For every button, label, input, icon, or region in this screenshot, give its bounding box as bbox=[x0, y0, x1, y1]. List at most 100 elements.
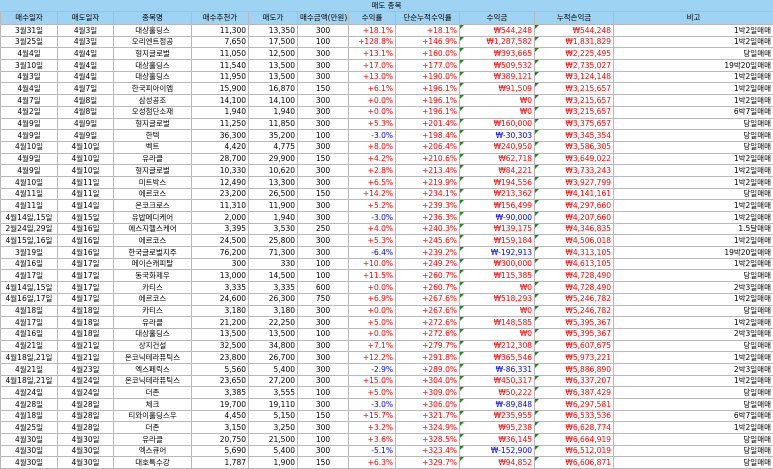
table-cell[interactable]: 4월28일 bbox=[58, 422, 114, 434]
table-cell[interactable]: 300 bbox=[298, 48, 349, 60]
table-cell[interactable]: 10,620 bbox=[249, 165, 298, 177]
table-cell[interactable]: ₩3,345,354 bbox=[535, 130, 614, 142]
table-cell[interactable]: +245.6% bbox=[396, 235, 460, 247]
table-cell[interactable]: 26,300 bbox=[249, 293, 298, 305]
table-cell[interactable]: 4월18일 bbox=[1, 305, 58, 317]
table-cell[interactable]: ₩393,665 bbox=[460, 48, 535, 60]
table-cell[interactable]: 250 bbox=[298, 223, 349, 235]
table-cell[interactable]: 형지글로벌 bbox=[114, 118, 192, 130]
table-cell[interactable]: +236.3% bbox=[396, 212, 460, 224]
table-cell[interactable]: 14,100 bbox=[192, 95, 249, 107]
table-cell[interactable]: ₩6,664,919 bbox=[535, 434, 614, 446]
table-cell[interactable]: +18.1% bbox=[349, 25, 396, 37]
table-cell[interactable]: 1박2일매매 bbox=[614, 352, 773, 364]
table-cell[interactable]: 3,180 bbox=[249, 305, 298, 317]
table-cell[interactable]: 당일매매 bbox=[614, 387, 773, 399]
table-cell[interactable]: 100 bbox=[298, 258, 349, 270]
table-cell[interactable]: ₩159,184 bbox=[460, 235, 535, 247]
table-cell[interactable]: +13.0% bbox=[349, 71, 396, 83]
table-cell[interactable]: ₩5,886,890 bbox=[535, 363, 614, 375]
table-cell[interactable]: ₩1,287,582 bbox=[460, 36, 535, 48]
table-cell[interactable]: 4월30일 bbox=[1, 445, 58, 457]
table-cell[interactable]: +210.6% bbox=[396, 153, 460, 165]
table-cell[interactable]: ₩91,509 bbox=[460, 83, 535, 95]
table-cell[interactable]: 대상홀딩스 bbox=[114, 328, 192, 340]
table-cell[interactable]: 한국글로벌지주 bbox=[114, 247, 192, 259]
table-cell[interactable]: 4월2일 bbox=[1, 106, 58, 118]
table-cell[interactable]: 4월17일 bbox=[58, 293, 114, 305]
table-cell[interactable]: 1박2일매매 bbox=[614, 36, 773, 48]
table-cell[interactable]: -3.0% bbox=[349, 399, 396, 411]
column-header[interactable]: 수익금 bbox=[460, 12, 535, 25]
table-cell[interactable]: 29,900 bbox=[249, 153, 298, 165]
table-cell[interactable]: ₩544,248 bbox=[460, 25, 535, 37]
table-cell[interactable]: 14,100 bbox=[249, 95, 298, 107]
table-cell[interactable]: 34,800 bbox=[249, 340, 298, 352]
table-cell[interactable]: 오리엔트정공 bbox=[114, 36, 192, 48]
table-cell[interactable]: 4월30일 bbox=[58, 457, 114, 469]
table-cell[interactable]: +321.7% bbox=[396, 410, 460, 422]
table-cell[interactable]: 6박7일매매 bbox=[614, 410, 773, 422]
table-cell[interactable]: 4월17일 bbox=[1, 317, 58, 329]
table-cell[interactable]: 3월31일 bbox=[1, 25, 58, 37]
table-cell[interactable]: 12,490 bbox=[192, 176, 249, 188]
table-cell[interactable]: 1,787 bbox=[192, 457, 249, 469]
table-cell[interactable]: +2.8% bbox=[349, 165, 396, 177]
table-cell[interactable]: 4월24일 bbox=[58, 375, 114, 387]
table-cell[interactable]: ₩3,215,657 bbox=[535, 95, 614, 107]
table-cell[interactable]: 76,200 bbox=[192, 247, 249, 259]
table-cell[interactable]: 11,300 bbox=[192, 25, 249, 37]
table-cell[interactable]: 온코닉테라퓨틱스 bbox=[114, 352, 192, 364]
table-cell[interactable]: 5,150 bbox=[249, 410, 298, 422]
table-cell[interactable]: 4월14일,15일 bbox=[1, 282, 58, 294]
table-cell[interactable]: ₩3,927,799 bbox=[535, 176, 614, 188]
table-cell[interactable]: 4월30일 bbox=[1, 457, 58, 469]
table-cell[interactable]: +206.4% bbox=[396, 141, 460, 153]
table-cell[interactable]: +329.7% bbox=[396, 457, 460, 469]
table-cell[interactable]: 26,700 bbox=[249, 352, 298, 364]
table-cell[interactable]: 1,940 bbox=[192, 106, 249, 118]
table-cell[interactable]: 1박2일매매 bbox=[614, 258, 773, 270]
table-cell[interactable]: 10,330 bbox=[192, 165, 249, 177]
table-cell[interactable]: 당일매매 bbox=[614, 141, 773, 153]
table-cell[interactable]: 100 bbox=[298, 270, 349, 282]
table-cell[interactable]: 14,500 bbox=[249, 270, 298, 282]
table-cell[interactable]: 유밥메디케어 bbox=[114, 212, 192, 224]
table-cell[interactable]: ₩6,297,581 bbox=[535, 399, 614, 411]
table-cell[interactable]: ₩213,362 bbox=[460, 188, 535, 200]
table-cell[interactable]: 330 bbox=[249, 258, 298, 270]
table-cell[interactable]: 15,900 bbox=[192, 83, 249, 95]
table-cell[interactable]: 13,500 bbox=[192, 328, 249, 340]
table-cell[interactable]: 당일매매 bbox=[614, 434, 773, 446]
table-cell[interactable]: 에르코스 bbox=[114, 235, 192, 247]
table-cell[interactable]: 3,385 bbox=[192, 387, 249, 399]
table-cell[interactable]: ₩389,121 bbox=[460, 71, 535, 83]
table-cell[interactable]: ₩6,628,774 bbox=[535, 422, 614, 434]
table-cell[interactable]: 미트박스 bbox=[114, 176, 192, 188]
table-cell[interactable]: 4,420 bbox=[192, 141, 249, 153]
table-cell[interactable]: 26,500 bbox=[249, 188, 298, 200]
table-cell[interactable]: 4월18일 bbox=[58, 317, 114, 329]
table-cell[interactable]: +5.3% bbox=[349, 235, 396, 247]
table-cell[interactable]: -2.9% bbox=[349, 363, 396, 375]
table-cell[interactable]: 23,650 bbox=[192, 375, 249, 387]
table-cell[interactable]: 동국화제우 bbox=[114, 270, 192, 282]
table-cell[interactable]: +328.5% bbox=[396, 434, 460, 446]
table-cell[interactable]: ₩5,395,367 bbox=[535, 328, 614, 340]
table-cell[interactable]: 300 bbox=[192, 258, 249, 270]
table-cell[interactable]: 300 bbox=[298, 141, 349, 153]
table-cell[interactable]: ₩3,586,305 bbox=[535, 141, 614, 153]
table-cell[interactable]: 17,500 bbox=[249, 36, 298, 48]
table-cell[interactable]: 24,500 bbox=[192, 235, 249, 247]
table-cell[interactable]: 71,300 bbox=[249, 247, 298, 259]
table-cell[interactable]: 1박2일매매 bbox=[614, 212, 773, 224]
table-cell[interactable]: 4월28일 bbox=[1, 399, 58, 411]
table-cell[interactable]: 36,300 bbox=[192, 130, 249, 142]
table-cell[interactable]: 4월10일 bbox=[58, 165, 114, 177]
table-cell[interactable]: 4월15일,16일 bbox=[1, 235, 58, 247]
table-cell[interactable]: +239.2% bbox=[396, 247, 460, 259]
table-cell[interactable]: +289.0% bbox=[396, 363, 460, 375]
table-cell[interactable]: 4월11일 bbox=[1, 188, 58, 200]
table-cell[interactable]: 형지글로벌 bbox=[114, 165, 192, 177]
table-cell[interactable]: 4월11일 bbox=[58, 188, 114, 200]
